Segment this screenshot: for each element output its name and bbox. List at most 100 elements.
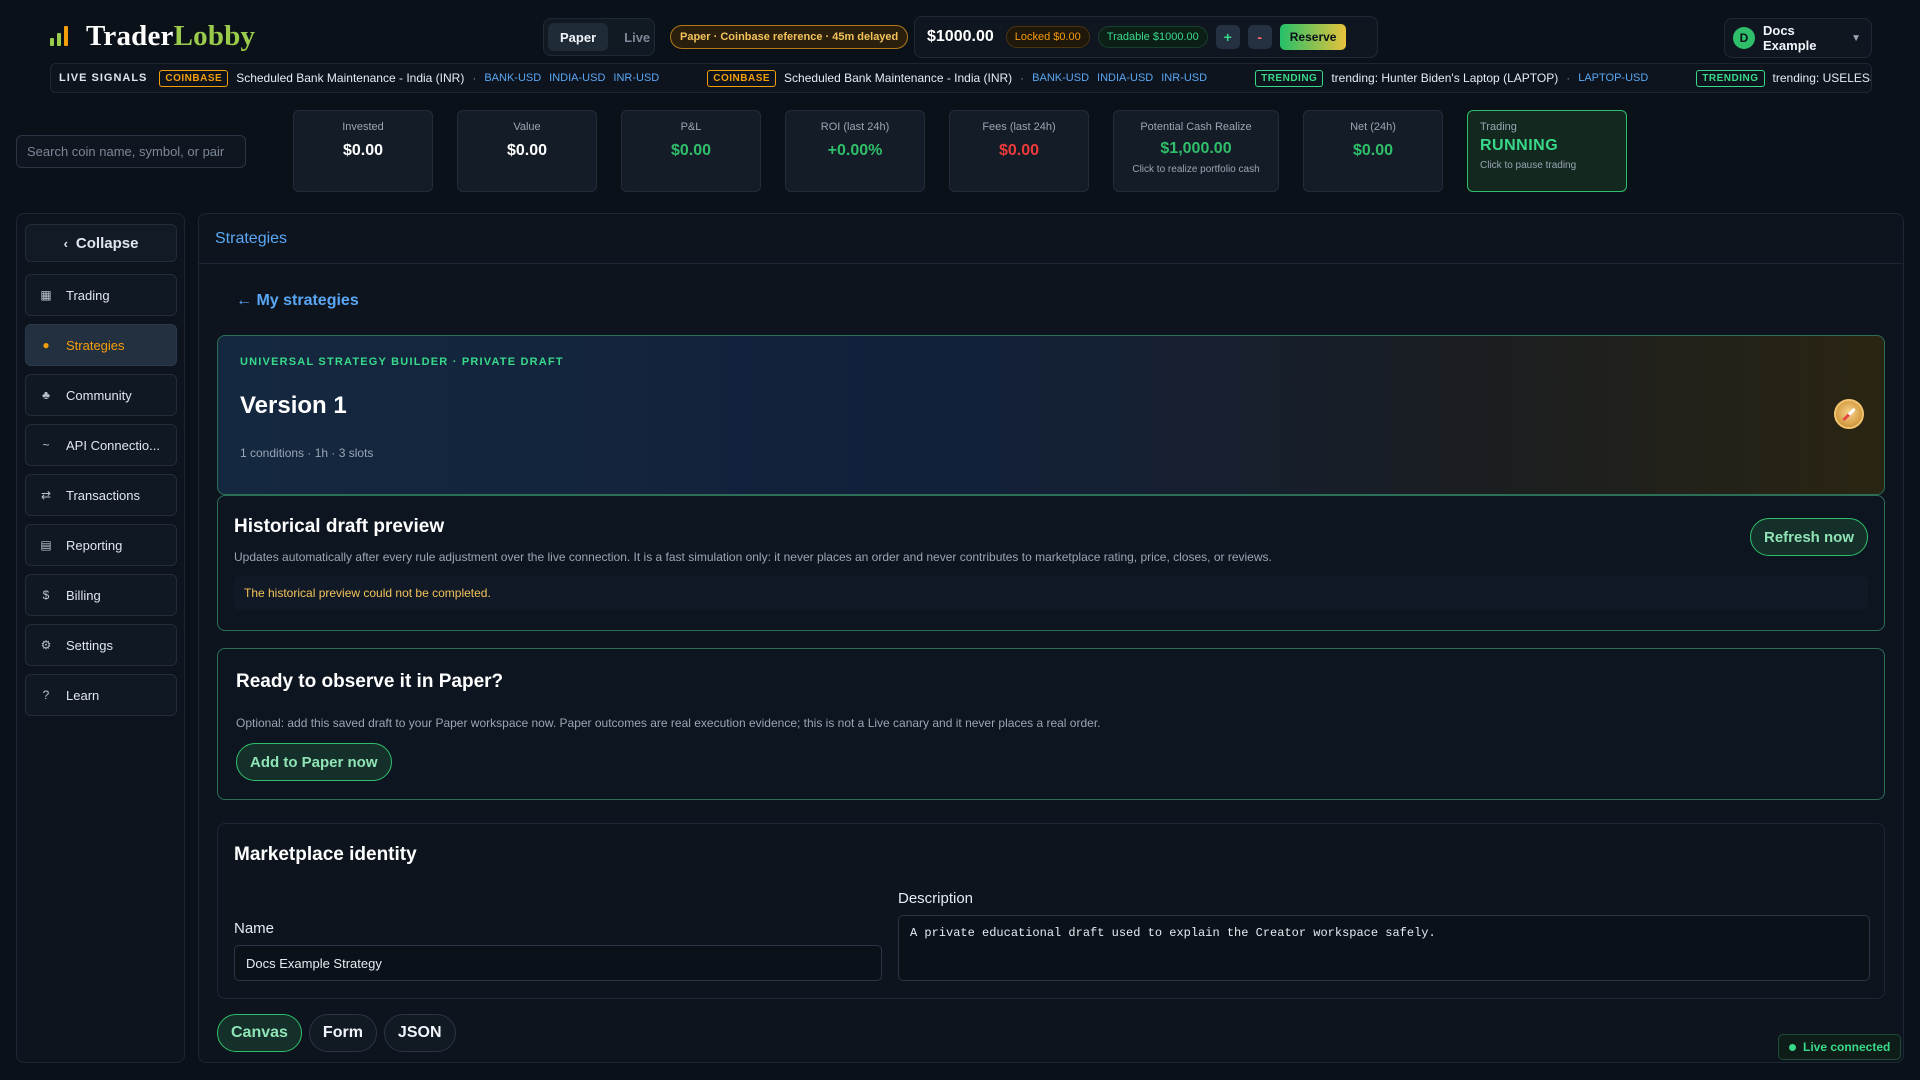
preview-error-message: The historical preview could not be comp… [234, 576, 1868, 610]
sidebar-item-label: Trading [66, 287, 110, 303]
compass-icon [1834, 399, 1864, 429]
stat-fees: Fees (last 24h) $0.00 [949, 110, 1089, 192]
sidebar-item-label: API Connectio... [66, 437, 160, 453]
user-name: Docs Example [1763, 23, 1817, 53]
user-menu[interactable]: D Docs Example ▼ [1724, 18, 1872, 58]
stat-label: Net (24h) [1350, 121, 1396, 133]
stat-label: Fees (last 24h) [982, 121, 1056, 133]
add-funds-button[interactable]: + [1215, 25, 1240, 49]
stat-value: $1,000.00 [1160, 140, 1232, 157]
stat-value: $0.00 [342, 142, 384, 159]
stat-value: $0.00 [670, 142, 712, 159]
ticker-text[interactable]: trending: Hunter Biden's Laptop (LAPTOP) [1331, 71, 1558, 85]
stat-value: +0.00% [827, 142, 883, 159]
search-input[interactable] [16, 135, 246, 168]
back-to-strategies-link[interactable]: ← My strategies [236, 292, 359, 310]
historical-preview-panel: Historical draft preview Updates automat… [217, 495, 1885, 631]
app-title: TraderLobby [86, 19, 256, 52]
strategy-hero: UNIVERSAL STRATEGY BUILDER · PRIVATE DRA… [217, 335, 1885, 495]
panel-title: Marketplace identity [234, 844, 417, 865]
add-to-paper-button[interactable]: Add to Paper now [236, 743, 392, 781]
ticker-tag: COINBASE [159, 69, 229, 87]
ticker-text[interactable]: Scheduled Bank Maintenance - India (INR) [236, 71, 464, 85]
sidebar-item-trading[interactable]: ▦ Trading [25, 274, 177, 316]
ticker-title: LIVE SIGNALS [59, 72, 148, 84]
bar-chart-icon [50, 24, 74, 48]
refresh-now-button[interactable]: Refresh now [1749, 518, 1868, 556]
sidebar-item-label: Learn [66, 687, 100, 703]
stat-label: P&L [680, 121, 702, 133]
tab-form[interactable]: Form [308, 1014, 377, 1052]
stat-net: Net (24h) $0.00 [1303, 110, 1443, 192]
ticker-tag: TRENDING [1696, 69, 1765, 87]
sidebar: ‹ Collapse ▦ Trading ● Strategies ♣ Comm… [16, 213, 185, 1063]
mode-live-button[interactable]: Live [612, 23, 662, 51]
ticker-symbol[interactable]: INDIA-USD [1097, 72, 1153, 84]
sidebar-item-strategies[interactable]: ● Strategies [25, 324, 177, 366]
ticker-tag: TRENDING [1255, 69, 1324, 87]
trading-sub: Click to pause trading [1480, 160, 1577, 171]
ticker-separator: · [1566, 71, 1571, 85]
trading-label: Trading [1480, 121, 1517, 133]
view-tabs: Canvas Form JSON [217, 1014, 456, 1052]
observe-paper-panel: Ready to observe it in Paper? Optional: … [217, 648, 1885, 800]
ticker-symbol[interactable]: LAPTOP-USD [1578, 72, 1648, 84]
page-title: Strategies [199, 214, 1903, 264]
marketplace-identity-panel: Marketplace identity Name Description A … [217, 823, 1885, 999]
ticker-tag: COINBASE [707, 69, 777, 87]
swap-icon: ⇄ [40, 488, 52, 502]
sidebar-item-label: Billing [66, 587, 101, 603]
dollar-icon: $ [42, 588, 50, 602]
gear-icon: ⚙ [40, 638, 52, 652]
report-icon: ▤ [40, 538, 52, 552]
sidebar-item-billing[interactable]: $ Billing [25, 574, 177, 616]
collapse-button[interactable]: ‹ Collapse [25, 224, 177, 262]
live-signals-ticker: LIVE SIGNALS COINBASE Scheduled Bank Mai… [50, 63, 1872, 93]
remove-funds-button[interactable]: - [1247, 25, 1272, 49]
trading-toggle-card[interactable]: Trading RUNNING Click to pause trading [1467, 110, 1627, 192]
stat-value: $0.00 [998, 142, 1040, 159]
sidebar-item-label: Strategies [66, 337, 125, 353]
tab-canvas[interactable]: Canvas [217, 1014, 302, 1052]
strategy-description-field[interactable]: A private educational draft used to expl… [898, 915, 1870, 981]
panel-description: Optional: add this saved draft to your P… [236, 716, 1101, 730]
ticker-symbol[interactable]: INR-USD [613, 72, 659, 84]
stat-cash-realize[interactable]: Potential Cash Realize $1,000.00 Click t… [1113, 110, 1279, 192]
reserve-button[interactable]: Reserve [1279, 24, 1347, 50]
mode-paper-button[interactable]: Paper [548, 23, 609, 51]
ticker-symbol[interactable]: INR-USD [1161, 72, 1207, 84]
sidebar-item-reporting[interactable]: ▤ Reporting [25, 524, 177, 566]
strategy-title: Version 1 [240, 392, 347, 419]
locked-badge: Locked $0.00 [1005, 26, 1090, 48]
sidebar-item-api-connections[interactable]: ~ API Connectio... [25, 424, 177, 466]
description-label: Description [898, 890, 974, 907]
stat-label: Potential Cash Realize [1140, 121, 1252, 133]
mode-toggle: Paper Live [543, 18, 655, 56]
stat-pnl: P&L $0.00 [621, 110, 761, 192]
reference-badge: Paper · Coinbase reference · 45m delayed [670, 25, 909, 49]
tab-json[interactable]: JSON [383, 1014, 456, 1052]
sidebar-item-transactions[interactable]: ⇄ Transactions [25, 474, 177, 516]
ticker-symbol[interactable]: BANK-USD [484, 72, 541, 84]
sidebar-item-settings[interactable]: ⚙ Settings [25, 624, 177, 666]
connection-icon: ~ [42, 438, 50, 452]
app-logo[interactable]: TraderLobby [50, 18, 255, 54]
stat-label: Value [513, 121, 541, 133]
ticker-text[interactable]: Scheduled Bank Maintenance - India (INR) [784, 71, 1012, 85]
trading-status: RUNNING [1480, 137, 1559, 154]
stat-roi: ROI (last 24h) +0.00% [785, 110, 925, 192]
sidebar-item-label: Transactions [66, 487, 140, 503]
strategy-name-field[interactable] [234, 945, 882, 981]
panel-title: Historical draft preview [234, 516, 445, 537]
panel-description: Updates automatically after every rule a… [234, 550, 1272, 564]
ticker-text[interactable]: trending: USELESS STONK (STONK [1773, 71, 1871, 85]
avatar: D [1733, 27, 1755, 49]
stat-value-card: Value $0.00 [457, 110, 597, 192]
tradable-badge: Tradable $1000.00 [1097, 26, 1208, 48]
ticker-symbol[interactable]: INDIA-USD [549, 72, 605, 84]
sidebar-item-label: Community [66, 387, 132, 403]
balance-panel: $1000.00 Locked $0.00 Tradable $1000.00 … [914, 16, 1378, 58]
sidebar-item-learn[interactable]: ? Learn [25, 674, 177, 716]
ticker-symbol[interactable]: BANK-USD [1032, 72, 1089, 84]
sidebar-item-community[interactable]: ♣ Community [25, 374, 177, 416]
